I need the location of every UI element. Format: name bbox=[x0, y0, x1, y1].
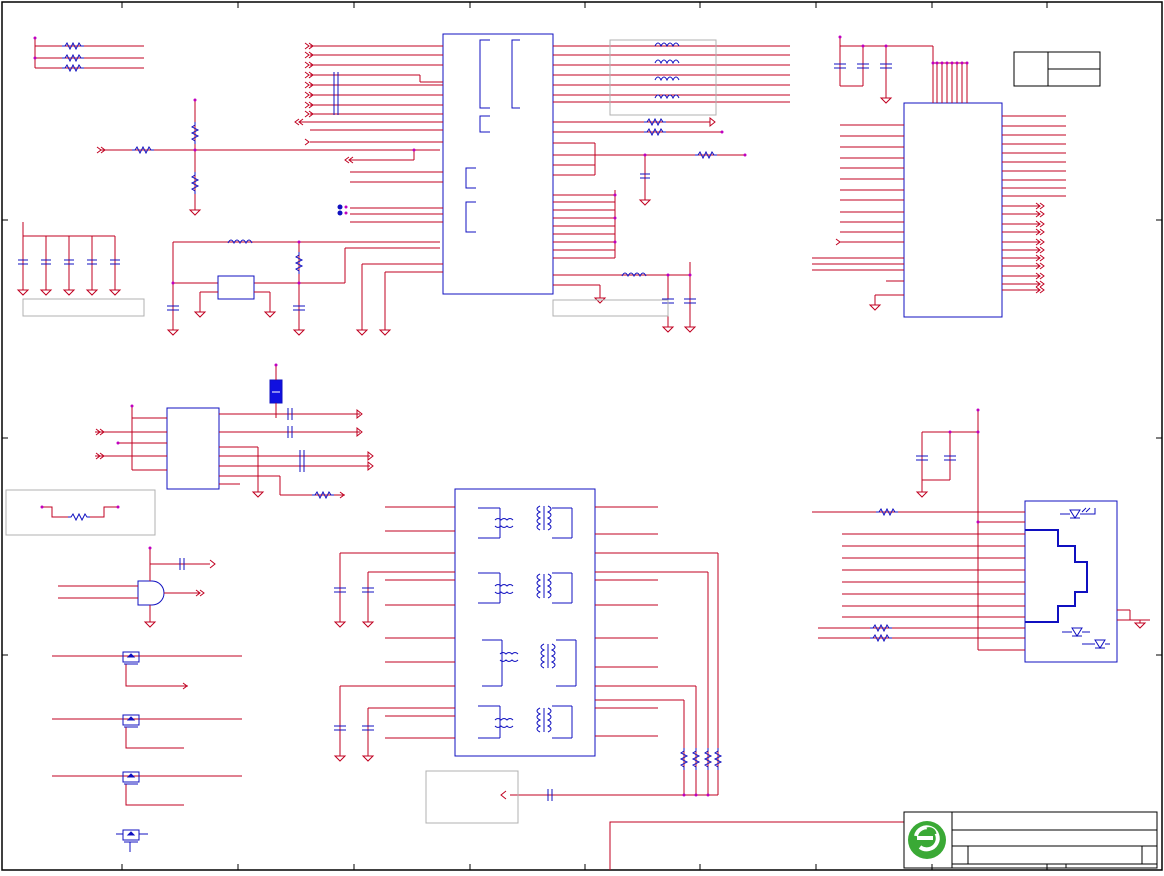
transformer-3 bbox=[482, 639, 577, 687]
rj45-connector bbox=[812, 408, 1150, 663]
memory-ic-top-right bbox=[812, 35, 1066, 318]
and-gate bbox=[58, 546, 216, 628]
note-box-left bbox=[22, 298, 145, 317]
ethernet-magnetics bbox=[333, 488, 722, 801]
mosfet-array bbox=[52, 651, 242, 852]
company-logo-icon bbox=[908, 821, 946, 859]
sheet-reference-box bbox=[1013, 51, 1101, 87]
main-controller-ic bbox=[442, 33, 554, 295]
transformer-2 bbox=[478, 572, 573, 604]
ic-left-signals bbox=[294, 42, 443, 336]
test-point-dots bbox=[337, 204, 348, 216]
transformer-4 bbox=[478, 705, 573, 739]
note-box-center bbox=[552, 299, 669, 317]
ic-right-signals bbox=[553, 42, 790, 333]
decoupling-capacitors-left bbox=[16, 222, 122, 296]
schematic-sheet bbox=[1, 1, 1163, 871]
resistor-array-top-left bbox=[33, 36, 144, 72]
optional-resistor-box bbox=[5, 489, 156, 536]
title-block bbox=[903, 811, 1158, 869]
crystal-oscillator bbox=[166, 239, 440, 336]
transformer-1 bbox=[478, 505, 573, 539]
interface-ic-middle-left bbox=[95, 363, 374, 499]
revision-border-line bbox=[609, 821, 904, 870]
voltage-divider bbox=[96, 98, 440, 216]
